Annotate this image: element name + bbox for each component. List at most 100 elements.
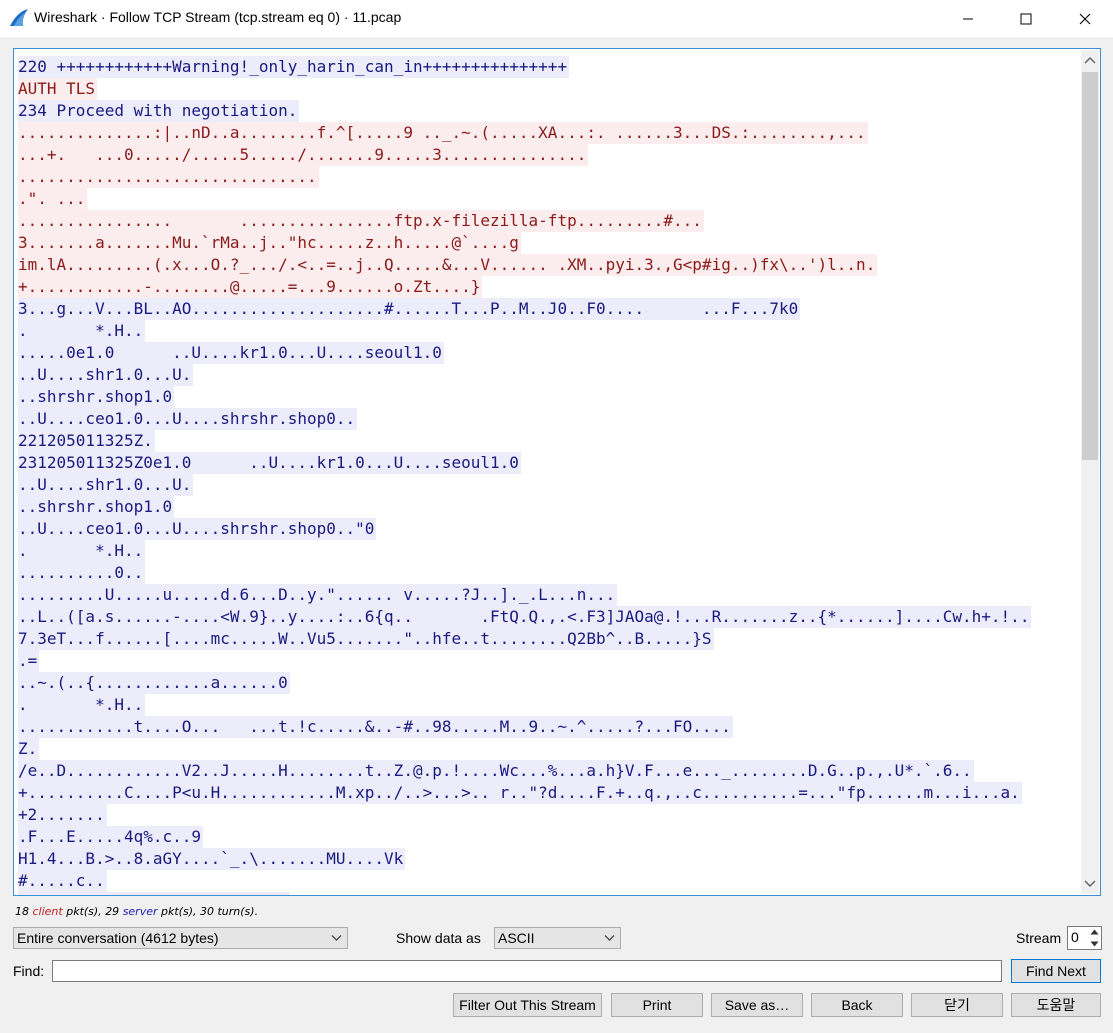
stream-line-text: . *.H.. <box>18 540 146 562</box>
stream-line-text: ..~.(..{............a......0 <box>18 672 290 694</box>
status-client-word: client <box>32 905 63 918</box>
stream-line-text: ...+. ...0...../.....5...../.......9....… <box>18 144 589 166</box>
title-bar: Wireshark · Follow TCP Stream (tcp.strea… <box>0 0 1113 37</box>
stream-line-text: ..U....ceo1.0...U....shrshr.shop0.."0 <box>18 518 377 540</box>
back-button[interactable]: Back <box>811 993 903 1017</box>
stream-line-text: ..6."...(........Y.......... <box>18 892 290 895</box>
stream-line-text: .....0e1.0 ..U....kr1.0...U....seoul1.0 <box>18 342 444 364</box>
stream-line-text: ..........0.. <box>18 562 146 584</box>
stream-line-text: +2....... <box>18 804 107 826</box>
server-stream-line: ..~.(..{............a......0 <box>18 672 1080 694</box>
server-stream-line: /e..D............V2..J.....H........t..Z… <box>18 760 1080 782</box>
server-stream-line: .= <box>18 650 1080 672</box>
server-stream-line: 3...g...V...BL..AO....................#.… <box>18 298 1080 320</box>
stream-line-text: 220 ++++++++++++Warning!_only_harin_can_… <box>18 56 570 78</box>
stream-line-text: 7.3eT...f......[....mc.....W..Vu5.......… <box>18 628 714 650</box>
stream-line-text: 231205011325Z0e1.0 ..U....kr1.0...U....s… <box>18 452 521 474</box>
help-button[interactable]: 도움말 <box>1011 993 1101 1017</box>
maximize-button[interactable] <box>1003 0 1049 37</box>
stream-text-area[interactable]: 220 ++++++++++++Warning!_only_harin_can_… <box>13 48 1101 896</box>
client-stream-line: .". ... <box>18 188 1080 210</box>
status-suffix: pkt(s), 30 turn(s). <box>157 905 259 918</box>
stream-line-text: AUTH TLS <box>18 78 98 100</box>
server-stream-line: ..U....ceo1.0...U....shrshr.shop0.."0 <box>18 518 1080 540</box>
client-stream-line: 3.......a.......Mu.`rMa..j.."hc.....z..h… <box>18 232 1080 254</box>
print-button[interactable]: Print <box>611 993 703 1017</box>
stream-line-text: . *.H.. <box>18 694 146 716</box>
stream-number-spinbox[interactable]: 0 <box>1067 926 1102 950</box>
server-stream-line: ..........0.. <box>18 562 1080 584</box>
spin-down-icon[interactable] <box>1090 941 1099 947</box>
status-server-word: server <box>122 905 158 918</box>
stream-line-text: .F...E.....4q%.c..9 <box>18 826 204 848</box>
status-client-count: 18 <box>15 905 33 918</box>
conversation-select[interactable]: Entire conversation (4612 bytes) <box>13 927 348 949</box>
minimize-button[interactable] <box>945 0 991 37</box>
stream-label: Stream <box>1016 930 1062 946</box>
server-stream-line: .........U.....u.....d.6...D..y."...... … <box>18 584 1080 606</box>
data-format-select[interactable]: ASCII <box>494 927 621 949</box>
server-stream-line: .....0e1.0 ..U....kr1.0...U....seoul1.0 <box>18 342 1080 364</box>
stream-line-text: 3...g...V...BL..AO....................#.… <box>18 298 801 320</box>
server-stream-line: Z. <box>18 738 1080 760</box>
wireshark-fin-icon <box>8 8 28 28</box>
server-stream-line: #.....c.. <box>18 870 1080 892</box>
server-stream-line: H1.4...B.>..8.aGY....`_.\.......MU....Vk <box>18 848 1080 870</box>
client-stream-line: ...+. ...0...../.....5...../.......9....… <box>18 144 1080 166</box>
status-middle: pkt(s), 29 <box>62 905 123 918</box>
server-stream-line: 7.3eT...f......[....mc.....W..Vu5.......… <box>18 628 1080 650</box>
server-stream-line: .F...E.....4q%.c..9 <box>18 826 1080 848</box>
maximize-icon <box>1020 13 1032 24</box>
conversation-select-value: Entire conversation (4612 bytes) <box>17 930 219 946</box>
scrollbar-thumb[interactable] <box>1082 72 1098 460</box>
stream-number-value: 0 <box>1071 929 1079 945</box>
scroll-up-icon[interactable] <box>1084 56 1096 64</box>
server-stream-line: . *.H.. <box>18 320 1080 342</box>
data-format-value: ASCII <box>498 930 535 946</box>
show-data-label: Show data as <box>396 930 481 946</box>
server-stream-line: 234 Proceed with negotiation. <box>18 100 1080 122</box>
stream-line-text: ..U....shr1.0...U. <box>18 474 194 496</box>
vertical-scrollbar[interactable] <box>1081 50 1099 894</box>
window-close-button[interactable] <box>1062 0 1108 37</box>
server-stream-line: ..U....shr1.0...U. <box>18 364 1080 386</box>
spin-up-icon[interactable] <box>1090 929 1099 935</box>
server-stream-line: +..........C....P<u.H............M.xp../… <box>18 782 1080 804</box>
find-input[interactable] <box>52 960 1002 982</box>
server-stream-line: . *.H.. <box>18 694 1080 716</box>
server-stream-line: ..L..([a.s......-....<W.9}..y....:..6{q.… <box>18 606 1080 628</box>
stream-line-text: Z. <box>18 738 40 760</box>
find-label: Find: <box>13 963 45 979</box>
stream-line-text: . *.H.. <box>18 320 146 342</box>
save-as-button[interactable]: Save as… <box>711 993 803 1017</box>
stream-line-text: im.lA.........(.x...O.?_.../.<..=..j..Q.… <box>18 254 878 276</box>
close-button[interactable]: 닫기 <box>911 993 1003 1017</box>
server-stream-line: ..shrshr.shop1.0 <box>18 386 1080 408</box>
stream-content: 220 ++++++++++++Warning!_only_harin_can_… <box>18 56 1080 895</box>
chevron-down-icon <box>331 935 342 941</box>
server-stream-line: +2....... <box>18 804 1080 826</box>
stream-line-text: .........U.....u.....d.6...D..y."...... … <box>18 584 618 606</box>
scroll-down-icon[interactable] <box>1084 880 1096 888</box>
stream-line-text: ..U....ceo1.0...U....shrshr.shop0.. <box>18 408 358 430</box>
stream-line-text: 221205011325Z. <box>18 430 155 452</box>
close-icon <box>1079 13 1091 24</box>
client-stream-line: ................ ................ftp.x-f… <box>18 210 1080 232</box>
packet-status: 18 client pkt(s), 29 server pkt(s), 30 t… <box>15 905 258 918</box>
stream-line-text: ............t....O... ...t.!c.....&..-#.… <box>18 716 733 738</box>
server-stream-line: ..U....ceo1.0...U....shrshr.shop0.. <box>18 408 1080 430</box>
server-stream-line: . *.H.. <box>18 540 1080 562</box>
find-next-button[interactable]: Find Next <box>1011 959 1101 983</box>
minimize-icon <box>963 18 973 19</box>
server-stream-line: ..shrshr.shop1.0 <box>18 496 1080 518</box>
stream-line-text: H1.4...B.>..8.aGY....`_.\.......MU....Vk <box>18 848 406 870</box>
server-stream-line: ..6."...(........Y.......... <box>18 892 1080 895</box>
filter-out-stream-button[interactable]: Filter Out This Stream <box>453 993 602 1017</box>
client-stream-line: +............-........@.....=...9......o… <box>18 276 1080 298</box>
stream-line-text: ..shrshr.shop1.0 <box>18 386 175 408</box>
stream-line-text: +............-........@.....=...9......o… <box>18 276 483 298</box>
server-stream-line: 231205011325Z0e1.0 ..U....kr1.0...U....s… <box>18 452 1080 474</box>
stream-line-text: 3.......a.......Mu.`rMa..j.."hc.....z..h… <box>18 232 521 254</box>
client-stream-line: AUTH TLS <box>18 78 1080 100</box>
chevron-down-icon <box>604 935 615 941</box>
